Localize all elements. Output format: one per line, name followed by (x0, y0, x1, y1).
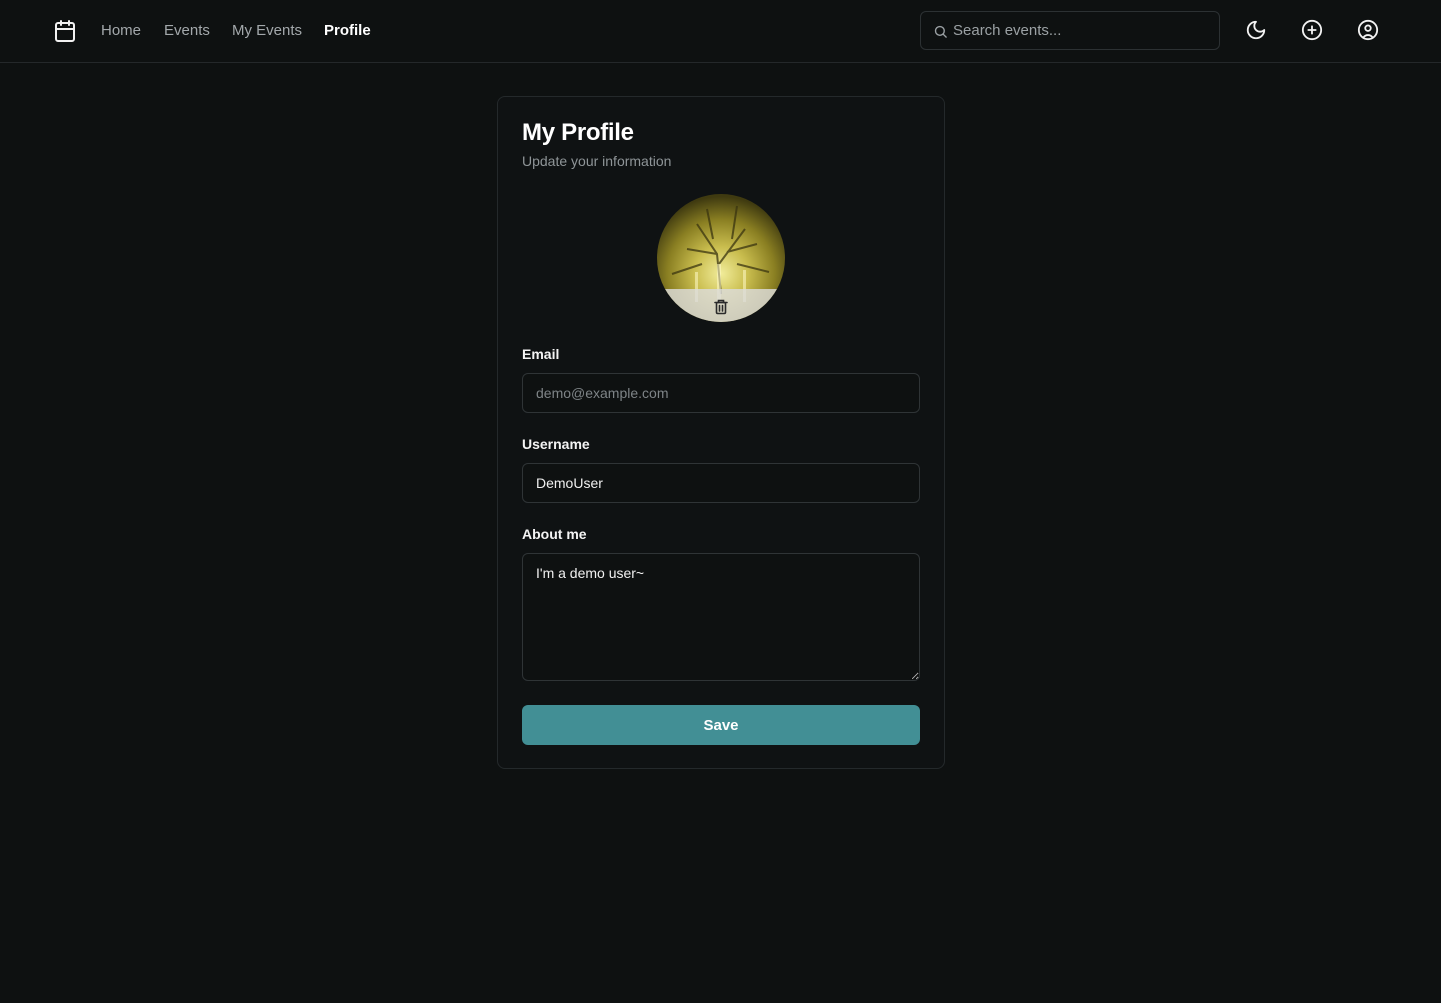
moon-icon[interactable] (1245, 19, 1267, 41)
page-subtitle: Update your information (522, 153, 672, 169)
profile-card: My Profile Update your information Email… (497, 96, 945, 769)
about-label: About me (522, 526, 587, 542)
username-field[interactable] (522, 463, 920, 503)
username-label: Username (522, 436, 590, 452)
plus-circle-icon[interactable] (1301, 19, 1323, 41)
search-box (920, 11, 1220, 50)
email-field[interactable] (522, 373, 920, 413)
save-button[interactable]: Save (522, 705, 920, 745)
calendar-icon[interactable] (53, 19, 77, 43)
nav-link-profile[interactable]: Profile (324, 21, 371, 41)
page-title: My Profile (522, 119, 634, 146)
user-circle-icon[interactable] (1357, 19, 1379, 41)
about-textarea[interactable]: I'm a demo user~ (522, 553, 920, 681)
trash-icon[interactable] (714, 299, 728, 320)
search-input[interactable] (953, 12, 1213, 49)
search-icon (934, 25, 947, 38)
top-navbar: Home Events My Events Profile (0, 0, 1441, 63)
nav-link-events[interactable]: Events (164, 21, 210, 41)
nav-link-my-events[interactable]: My Events (232, 21, 302, 41)
nav-link-home[interactable]: Home (101, 21, 141, 41)
email-label: Email (522, 346, 560, 362)
